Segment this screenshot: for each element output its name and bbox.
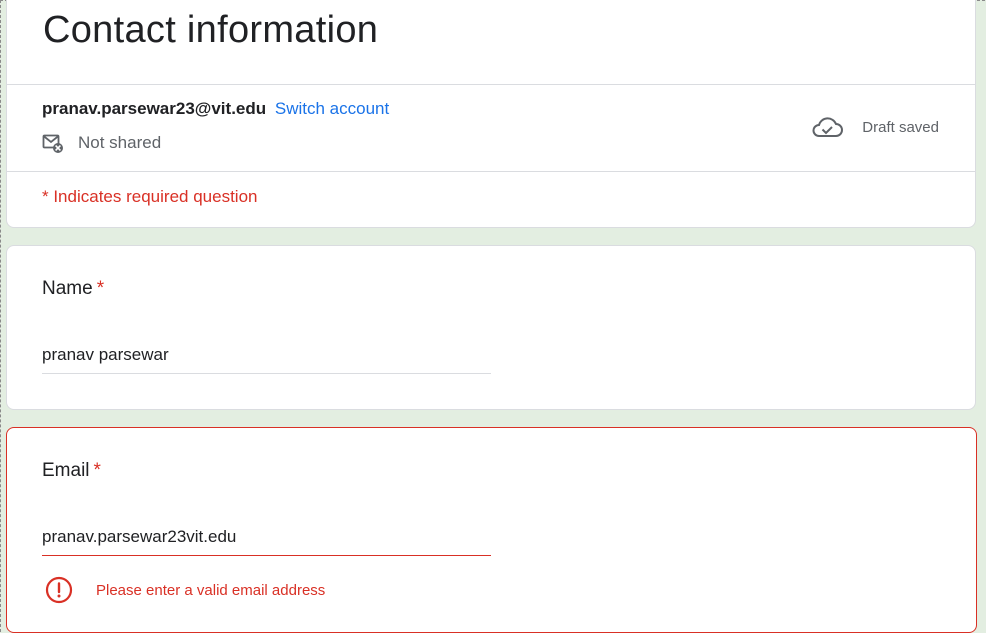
question-label: Email * — [42, 460, 101, 482]
name-input[interactable]: pranav parsewar — [42, 345, 491, 374]
question-title: Name — [42, 278, 93, 299]
draft-status: Draft saved — [810, 116, 939, 138]
header-divider-2 — [7, 171, 975, 172]
required-star: * — [96, 278, 105, 299]
mail-not-shared-icon — [42, 134, 63, 153]
error-icon — [45, 576, 73, 604]
question-label: Name * — [42, 278, 104, 300]
form-header-card: Contact information pranav.parsewar23@vi… — [6, 0, 976, 228]
switch-account-link[interactable]: Switch account — [275, 99, 389, 118]
question-card-name: Name * pranav parsewar — [6, 245, 976, 410]
error-message: Please enter a valid email address — [96, 581, 326, 599]
question-title: Email — [42, 460, 90, 481]
cloud-check-icon — [812, 117, 844, 137]
draft-saved-label: Draft saved — [862, 118, 939, 136]
required-star: * — [93, 460, 101, 481]
email-error: Please enter a valid email address — [44, 575, 325, 605]
not-shared-label: Not shared — [78, 133, 162, 152]
form-title: Contact information — [43, 9, 379, 51]
account-email: pranav.parsewar23@vit.edu — [42, 99, 267, 118]
account-row: pranav.parsewar23@vit.edu Switch account — [42, 99, 389, 119]
email-input[interactable]: pranav.parsewar23vit.edu — [42, 527, 491, 556]
not-shared-status: Not shared — [42, 133, 161, 153]
question-card-email: Email * pranav.parsewar23vit.edu Please e… — [6, 427, 977, 633]
required-note: * Indicates required question — [42, 187, 258, 206]
header-divider — [7, 84, 975, 85]
